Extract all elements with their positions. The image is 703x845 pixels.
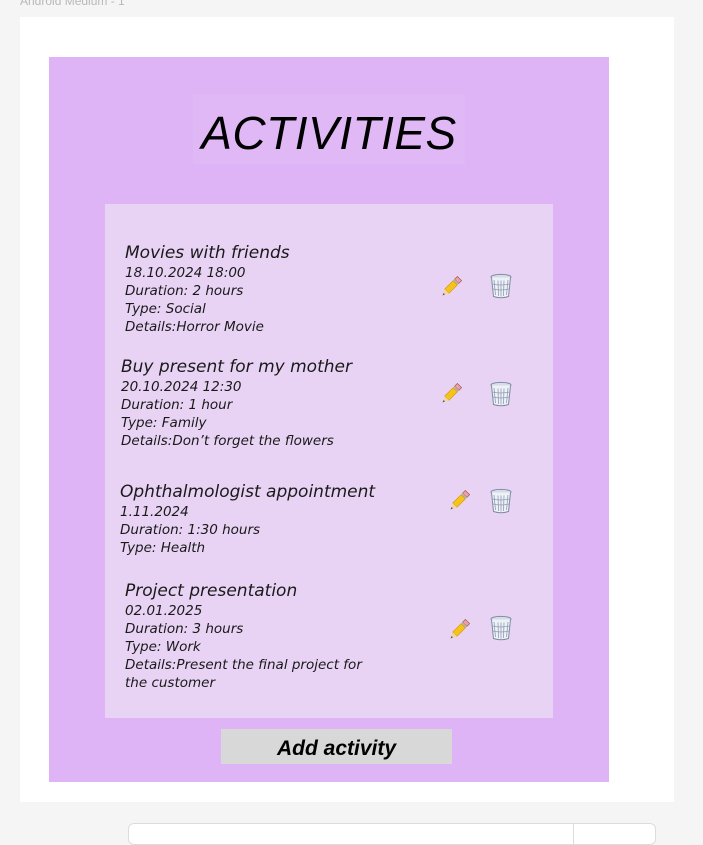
activity-title: Movies with friends	[125, 243, 290, 263]
activity-title: Ophthalmologist appointment	[120, 482, 376, 502]
activity-item: Project presentation 02.01.2025 Duration…	[125, 581, 385, 692]
activity-type: Type: Health	[120, 540, 206, 556]
activity-item: Buy present for my mother 20.10.2024 12:…	[121, 357, 352, 450]
pencil-icon	[442, 275, 463, 296]
add-activity-button[interactable]: Add activity	[221, 729, 452, 764]
activity-item: Ophthalmologist appointment 1.11.2024 Du…	[120, 482, 375, 557]
delete-button[interactable]	[487, 380, 515, 408]
activity-title: Project presentation	[125, 581, 298, 601]
activity-duration: Duration: 1:30 hours	[120, 522, 261, 538]
delete-button[interactable]	[487, 614, 515, 642]
activity-datetime: 1.11.2024	[120, 504, 189, 520]
wastebasket-icon	[490, 488, 512, 514]
frame-label: Android Medium - 1	[20, 0, 125, 8]
pencil-icon	[450, 489, 471, 510]
bottom-panel-divider	[573, 824, 574, 844]
activity-details: Details:Don’t forget the flowers	[121, 433, 334, 449]
wastebasket-icon	[490, 273, 512, 299]
page-title: ACTIVITIES	[201, 107, 457, 159]
delete-button[interactable]	[487, 272, 515, 300]
pencil-icon	[450, 618, 471, 639]
activity-details: Details:Present the final project for th…	[125, 657, 362, 691]
activity-duration: Duration: 3 hours	[125, 621, 244, 637]
wastebasket-icon	[490, 615, 512, 641]
activity-duration: Duration: 1 hour	[121, 397, 233, 413]
pencil-icon	[442, 382, 463, 403]
activity-type: Type: Work	[125, 639, 201, 655]
activity-title: Buy present for my mother	[121, 357, 352, 377]
activity-type: Type: Family	[121, 415, 207, 431]
activity-type: Type: Social	[125, 301, 206, 317]
activity-duration: Duration: 2 hours	[125, 283, 244, 299]
wastebasket-icon	[490, 381, 512, 407]
activity-details: Details:Horror Movie	[125, 319, 264, 335]
activity-datetime: 02.01.2025	[125, 603, 203, 619]
add-activity-label: Add activity	[276, 736, 397, 760]
edit-button[interactable]	[437, 380, 465, 408]
delete-button[interactable]	[487, 487, 515, 515]
activity-datetime: 20.10.2024 12:30	[121, 379, 242, 395]
edit-button[interactable]	[437, 273, 465, 301]
edit-button[interactable]	[445, 487, 473, 515]
edit-button[interactable]	[445, 616, 473, 644]
bottom-panel	[128, 823, 656, 845]
activity-datetime: 18.10.2024 18:00	[125, 265, 246, 281]
activity-item: Movies with friends 18.10.2024 18:00 Dur…	[125, 243, 290, 336]
page-title-box: ACTIVITIES	[193, 94, 465, 164]
